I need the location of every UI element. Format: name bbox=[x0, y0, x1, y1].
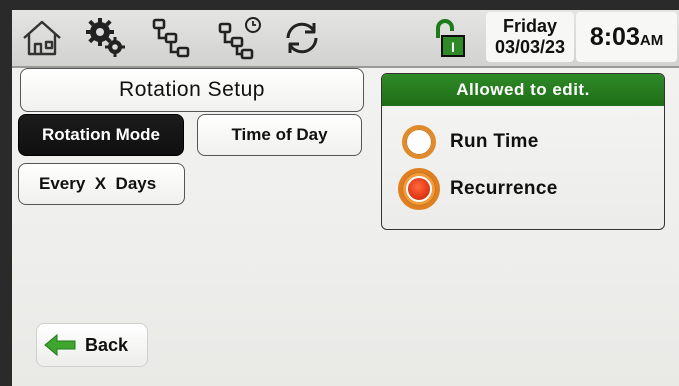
back-label: Back bbox=[85, 334, 129, 355]
radio-selected-dot bbox=[406, 176, 432, 202]
settings-gears-icon[interactable] bbox=[84, 16, 128, 60]
rotation-mode-button[interactable]: Rotation Mode bbox=[18, 114, 184, 156]
touch-screen: I Friday 03/03/23 8:03 AM Rotation Setup… bbox=[12, 10, 679, 386]
sync-icon[interactable] bbox=[280, 16, 324, 60]
date-display: Friday 03/03/23 bbox=[486, 12, 574, 62]
top-bar: I Friday 03/03/23 8:03 AM bbox=[12, 10, 679, 68]
radio-recurrence[interactable]: Recurrence bbox=[398, 167, 652, 211]
back-arrow-icon bbox=[44, 333, 76, 357]
program-tree-icon[interactable] bbox=[150, 16, 194, 60]
date-label: 03/03/23 bbox=[494, 37, 566, 57]
back-button[interactable]: Back bbox=[36, 323, 148, 367]
radio-on-icon[interactable] bbox=[398, 168, 440, 210]
radio-run-time-label: Run Time bbox=[450, 131, 539, 152]
time-label: 8:03 bbox=[589, 22, 640, 51]
every-x-days-button[interactable]: Every X Days bbox=[18, 163, 185, 205]
every-x-days-label: Every X Days bbox=[39, 174, 157, 193]
edit-permission-header: Allowed to edit. bbox=[382, 74, 664, 106]
schedule-tree-icon[interactable] bbox=[218, 16, 262, 60]
radio-off-icon[interactable] bbox=[402, 125, 436, 159]
page-title: Rotation Setup bbox=[20, 68, 364, 112]
ampm-label: AM bbox=[639, 31, 664, 49]
radio-recurrence-label: Recurrence bbox=[450, 178, 558, 199]
radio-run-time[interactable]: Run Time bbox=[402, 120, 652, 164]
svg-text:I: I bbox=[451, 39, 455, 55]
time-display: 8:03 AM bbox=[576, 12, 677, 62]
edit-panel: Allowed to edit. Run Time Recurrence bbox=[381, 73, 665, 230]
day-label: Friday bbox=[502, 16, 558, 36]
home-icon[interactable] bbox=[20, 16, 64, 60]
unlocked-padlock-icon[interactable]: I bbox=[430, 16, 470, 60]
time-of-day-button[interactable]: Time of Day bbox=[197, 114, 362, 156]
